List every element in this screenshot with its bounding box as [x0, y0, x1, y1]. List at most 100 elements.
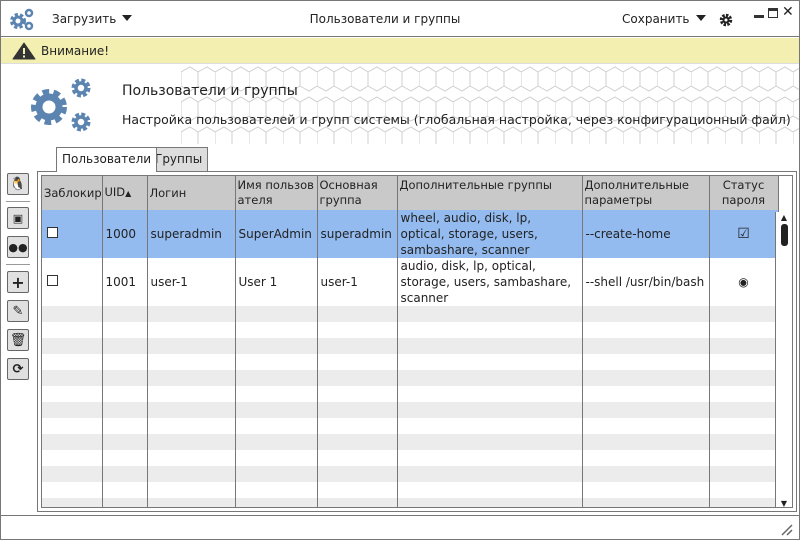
locked-checkbox[interactable]: [47, 227, 58, 238]
tab-users[interactable]: Пользователи: [56, 147, 158, 172]
empty-cell: [709, 322, 779, 338]
empty-cell: [235, 338, 318, 354]
load-menu[interactable]: Загрузить: [52, 12, 133, 26]
save-menu[interactable]: Сохранить: [622, 12, 706, 26]
resize-grip-icon[interactable]: [781, 524, 793, 536]
users-group-icon: ●●: [8, 240, 28, 254]
column-params[interactable]: Дополнительные параметры: [582, 176, 710, 210]
empty-cell: [102, 434, 148, 450]
empty-cell: [235, 402, 318, 418]
refresh-button[interactable]: ⟳: [7, 358, 29, 380]
empty-cell: [235, 306, 318, 322]
empty-cell: [147, 322, 236, 338]
sort-asc-icon: ▲: [125, 189, 132, 198]
users-panel: Заблокир UID▲ Логин Имя пользователя Осн…: [37, 171, 797, 512]
empty-cell: [397, 354, 583, 370]
empty-cell: [235, 386, 318, 402]
column-uid-label: UID: [104, 185, 126, 199]
empty-cell: [582, 434, 710, 450]
password-status-cell: ◉: [709, 258, 779, 306]
scroll-down-icon[interactable]: ▼: [776, 499, 792, 507]
groups-cell: wheel, audio, disk, lp, optical, storage…: [397, 210, 583, 258]
column-login[interactable]: Логин: [147, 176, 236, 210]
toolbar-divider: [6, 201, 30, 202]
penguin-button[interactable]: 🐧: [7, 173, 29, 195]
empty-cell: [582, 306, 710, 322]
minimize-button[interactable]: [754, 15, 764, 18]
save-label: Сохранить: [622, 12, 690, 26]
maximize-button[interactable]: [768, 8, 778, 18]
empty-cell: [235, 498, 318, 507]
page-header: Пользователи и группы Настройка пользова…: [1, 64, 799, 144]
login-cell: user-1: [147, 258, 236, 306]
groups-button[interactable]: ●●: [7, 236, 29, 258]
empty-cell: [582, 450, 710, 466]
group-cell: user-1: [317, 258, 398, 306]
empty-cell: [102, 450, 148, 466]
empty-cell: [235, 418, 318, 434]
empty-cell: [397, 434, 583, 450]
locked-cell: [42, 258, 103, 306]
group-cell: superadmin: [317, 210, 398, 258]
edit-button[interactable]: ✎: [7, 300, 29, 322]
empty-row: [42, 306, 779, 322]
gear-icon[interactable]: [719, 13, 733, 27]
empty-cell: [397, 466, 583, 482]
close-button[interactable]: ✕: [782, 4, 794, 20]
empty-cell: [582, 498, 710, 507]
column-groups[interactable]: Дополнительные группы: [397, 176, 583, 210]
empty-cell: [235, 466, 318, 482]
delete-button[interactable]: 🗑: [7, 329, 29, 351]
add-button[interactable]: +: [7, 271, 29, 293]
vertical-scrollbar[interactable]: ▲ ▼: [775, 212, 792, 507]
empty-row: [42, 434, 779, 450]
empty-cell: [317, 482, 398, 498]
empty-cell: [42, 306, 103, 322]
chevron-down-icon: [695, 15, 706, 21]
table-row[interactable]: 1001 user-1 User 1 user-1 audio, disk, l…: [42, 258, 779, 306]
user-button[interactable]: ▣: [7, 207, 29, 229]
empty-cell: [235, 354, 318, 370]
tab-groups[interactable]: Группы: [149, 147, 209, 171]
empty-cell: [709, 466, 779, 482]
empty-row: [42, 498, 779, 507]
params-cell: --create-home: [582, 210, 710, 258]
empty-cell: [397, 418, 583, 434]
empty-cell: [147, 450, 236, 466]
table-row[interactable]: 1000 superadmin SuperAdmin superadmin wh…: [42, 210, 779, 258]
column-primary-group[interactable]: Основная группа: [317, 176, 398, 210]
empty-cell: [317, 370, 398, 386]
empty-cell: [582, 370, 710, 386]
empty-cell: [42, 338, 103, 354]
scroll-up-icon[interactable]: ▲: [776, 213, 792, 222]
empty-cell: [235, 370, 318, 386]
password-status-cell: ☑: [709, 210, 779, 258]
locked-checkbox[interactable]: [47, 275, 58, 286]
empty-cell: [709, 386, 779, 402]
empty-row: [42, 386, 779, 402]
users-table: Заблокир UID▲ Логин Имя пользователя Осн…: [41, 175, 793, 508]
column-locked[interactable]: Заблокир: [42, 176, 103, 210]
empty-cell: [147, 354, 236, 370]
column-name[interactable]: Имя пользователя: [235, 176, 318, 210]
empty-cell: [42, 466, 103, 482]
empty-cell: [709, 354, 779, 370]
penguin-icon: 🐧: [9, 176, 27, 192]
column-uid[interactable]: UID▲: [102, 176, 148, 210]
empty-cell: [317, 466, 398, 482]
empty-cell: [235, 482, 318, 498]
empty-cell: [235, 322, 318, 338]
user-card-icon: ▣: [12, 211, 24, 225]
column-password-status[interactable]: Статус пароля: [709, 176, 779, 210]
empty-row: [42, 402, 779, 418]
plus-icon: +: [11, 272, 25, 292]
scroll-thumb[interactable]: [780, 224, 788, 246]
empty-cell: [709, 306, 779, 322]
empty-row: [42, 418, 779, 434]
empty-cell: [102, 354, 148, 370]
empty-cell: [147, 306, 236, 322]
empty-row: [42, 370, 779, 386]
settings-gears-icon: [31, 78, 91, 132]
name-cell: User 1: [235, 258, 318, 306]
empty-cell: [397, 322, 583, 338]
